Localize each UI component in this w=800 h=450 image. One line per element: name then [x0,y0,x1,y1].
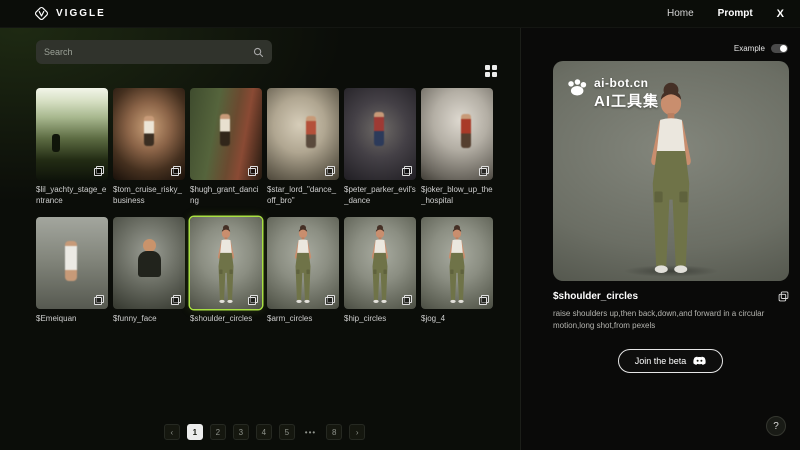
template-label: $tom_cruise_risky_business [113,185,185,207]
ai-bot-logo-icon [566,78,588,97]
example-toggle[interactable] [771,44,788,53]
template-card[interactable]: $funny_face [113,217,185,325]
template-thumbnail[interactable] [267,88,339,180]
copy-icon[interactable] [479,295,489,305]
template-label: $star_lord_"dance_off_bro" [267,185,339,207]
join-beta-label: Join the beta [635,356,687,366]
template-thumbnail[interactable] [113,88,185,180]
grid-view-toggle[interactable] [484,64,498,83]
logo-text: VIGGLE [56,8,106,19]
copy-prompt-icon[interactable] [778,291,789,302]
template-card-selected[interactable]: $shoulder_circles [190,217,262,325]
copy-icon[interactable] [248,166,258,176]
nav-links: Home Prompt X [667,8,784,20]
example-description: raise shoulders up,then back,down,and fo… [553,308,789,333]
example-panel: Example ai-bot.cn AI工具集 $shoulder_circle… [520,28,800,450]
template-browser-panel: $lil_yachty_stage_entrance $tom_cruise_r… [0,28,520,450]
template-thumbnail[interactable] [267,217,339,309]
page-button-1[interactable]: 1 [187,424,203,440]
nav-home[interactable]: Home [667,8,694,19]
watermark-name: AI工具集 [594,90,659,111]
page-button-3[interactable]: 3 [233,424,249,440]
grid-icon [484,64,498,78]
watermark-domain: ai-bot.cn [594,76,659,90]
copy-icon[interactable] [325,166,335,176]
copy-icon[interactable] [402,295,412,305]
template-thumbnail[interactable] [36,217,108,309]
template-thumbnail[interactable] [421,217,493,309]
template-thumbnail[interactable] [190,217,262,309]
template-card[interactable]: $Emeiquan [36,217,108,325]
template-thumbnail[interactable] [36,88,108,180]
template-thumbnail[interactable] [190,88,262,180]
copy-icon[interactable] [325,295,335,305]
template-card[interactable]: $arm_circles [267,217,339,325]
template-card[interactable]: $jog_4 [421,217,493,325]
template-thumbnail[interactable] [113,217,185,309]
page-button-5[interactable]: 5 [279,424,295,440]
join-beta-button[interactable]: Join the beta [618,349,724,373]
template-card[interactable]: $peter_parker_evil's_dance [344,88,416,207]
search-bar[interactable] [36,40,272,64]
template-label: $Emeiquan [36,314,108,325]
copy-icon[interactable] [402,166,412,176]
template-label: $arm_circles [267,314,339,325]
copy-icon[interactable] [171,166,181,176]
copy-icon[interactable] [94,295,104,305]
character-image [363,223,396,305]
discord-icon [693,356,706,366]
character-image [209,223,242,305]
copy-icon[interactable] [171,295,181,305]
copy-icon[interactable] [479,166,489,176]
template-card[interactable]: $joker_blow_up_the_hospital [421,88,493,207]
watermark: ai-bot.cn AI工具集 [566,76,659,111]
template-card[interactable]: $hugh_grant_dancing [190,88,262,207]
viggle-logo-icon [34,6,49,21]
nav-prompt[interactable]: Prompt [718,8,753,19]
example-title: $shoulder_circles [553,291,638,302]
template-thumbnail[interactable] [344,217,416,309]
template-grid: $lil_yachty_stage_entrance $tom_cruise_r… [36,88,493,324]
template-label: $funny_face [113,314,185,325]
character-image [286,223,319,305]
template-label: $jog_4 [421,314,493,325]
template-card[interactable]: $lil_yachty_stage_entrance [36,88,108,207]
example-header: Example [553,44,788,53]
template-card[interactable]: $tom_cruise_risky_business [113,88,185,207]
template-label: $shoulder_circles [190,314,262,325]
template-thumbnail[interactable] [344,88,416,180]
character-image [440,223,473,305]
app-logo: VIGGLE [34,6,106,21]
pagination-next[interactable]: › [349,424,365,440]
search-input[interactable] [44,47,239,57]
search-icon[interactable] [253,47,264,58]
pagination-prev[interactable]: ‹ [164,424,180,440]
pagination: ‹ 1 2 3 4 5 ••• 8 › [36,424,493,440]
page-button-4[interactable]: 4 [256,424,272,440]
nav-x-link[interactable]: X [777,8,784,20]
page-button-2[interactable]: 2 [210,424,226,440]
copy-icon[interactable] [94,166,104,176]
template-label: $hugh_grant_dancing [190,185,262,207]
page-button-8[interactable]: 8 [326,424,342,440]
help-button[interactable]: ? [766,416,786,436]
template-label: $joker_blow_up_the_hospital [421,185,493,207]
top-navbar: VIGGLE Home Prompt X [0,0,800,28]
template-thumbnail[interactable] [421,88,493,180]
example-label: Example [734,44,765,53]
main-area: $lil_yachty_stage_entrance $tom_cruise_r… [0,28,800,450]
example-preview: ai-bot.cn AI工具集 [553,61,789,281]
template-label: $hip_circles [344,314,416,325]
template-card[interactable]: $hip_circles [344,217,416,325]
template-card[interactable]: $star_lord_"dance_off_bro" [267,88,339,207]
pagination-ellipsis: ••• [302,424,319,440]
template-label: $peter_parker_evil's_dance [344,185,416,207]
template-label: $lil_yachty_stage_entrance [36,185,108,207]
copy-icon[interactable] [248,295,258,305]
